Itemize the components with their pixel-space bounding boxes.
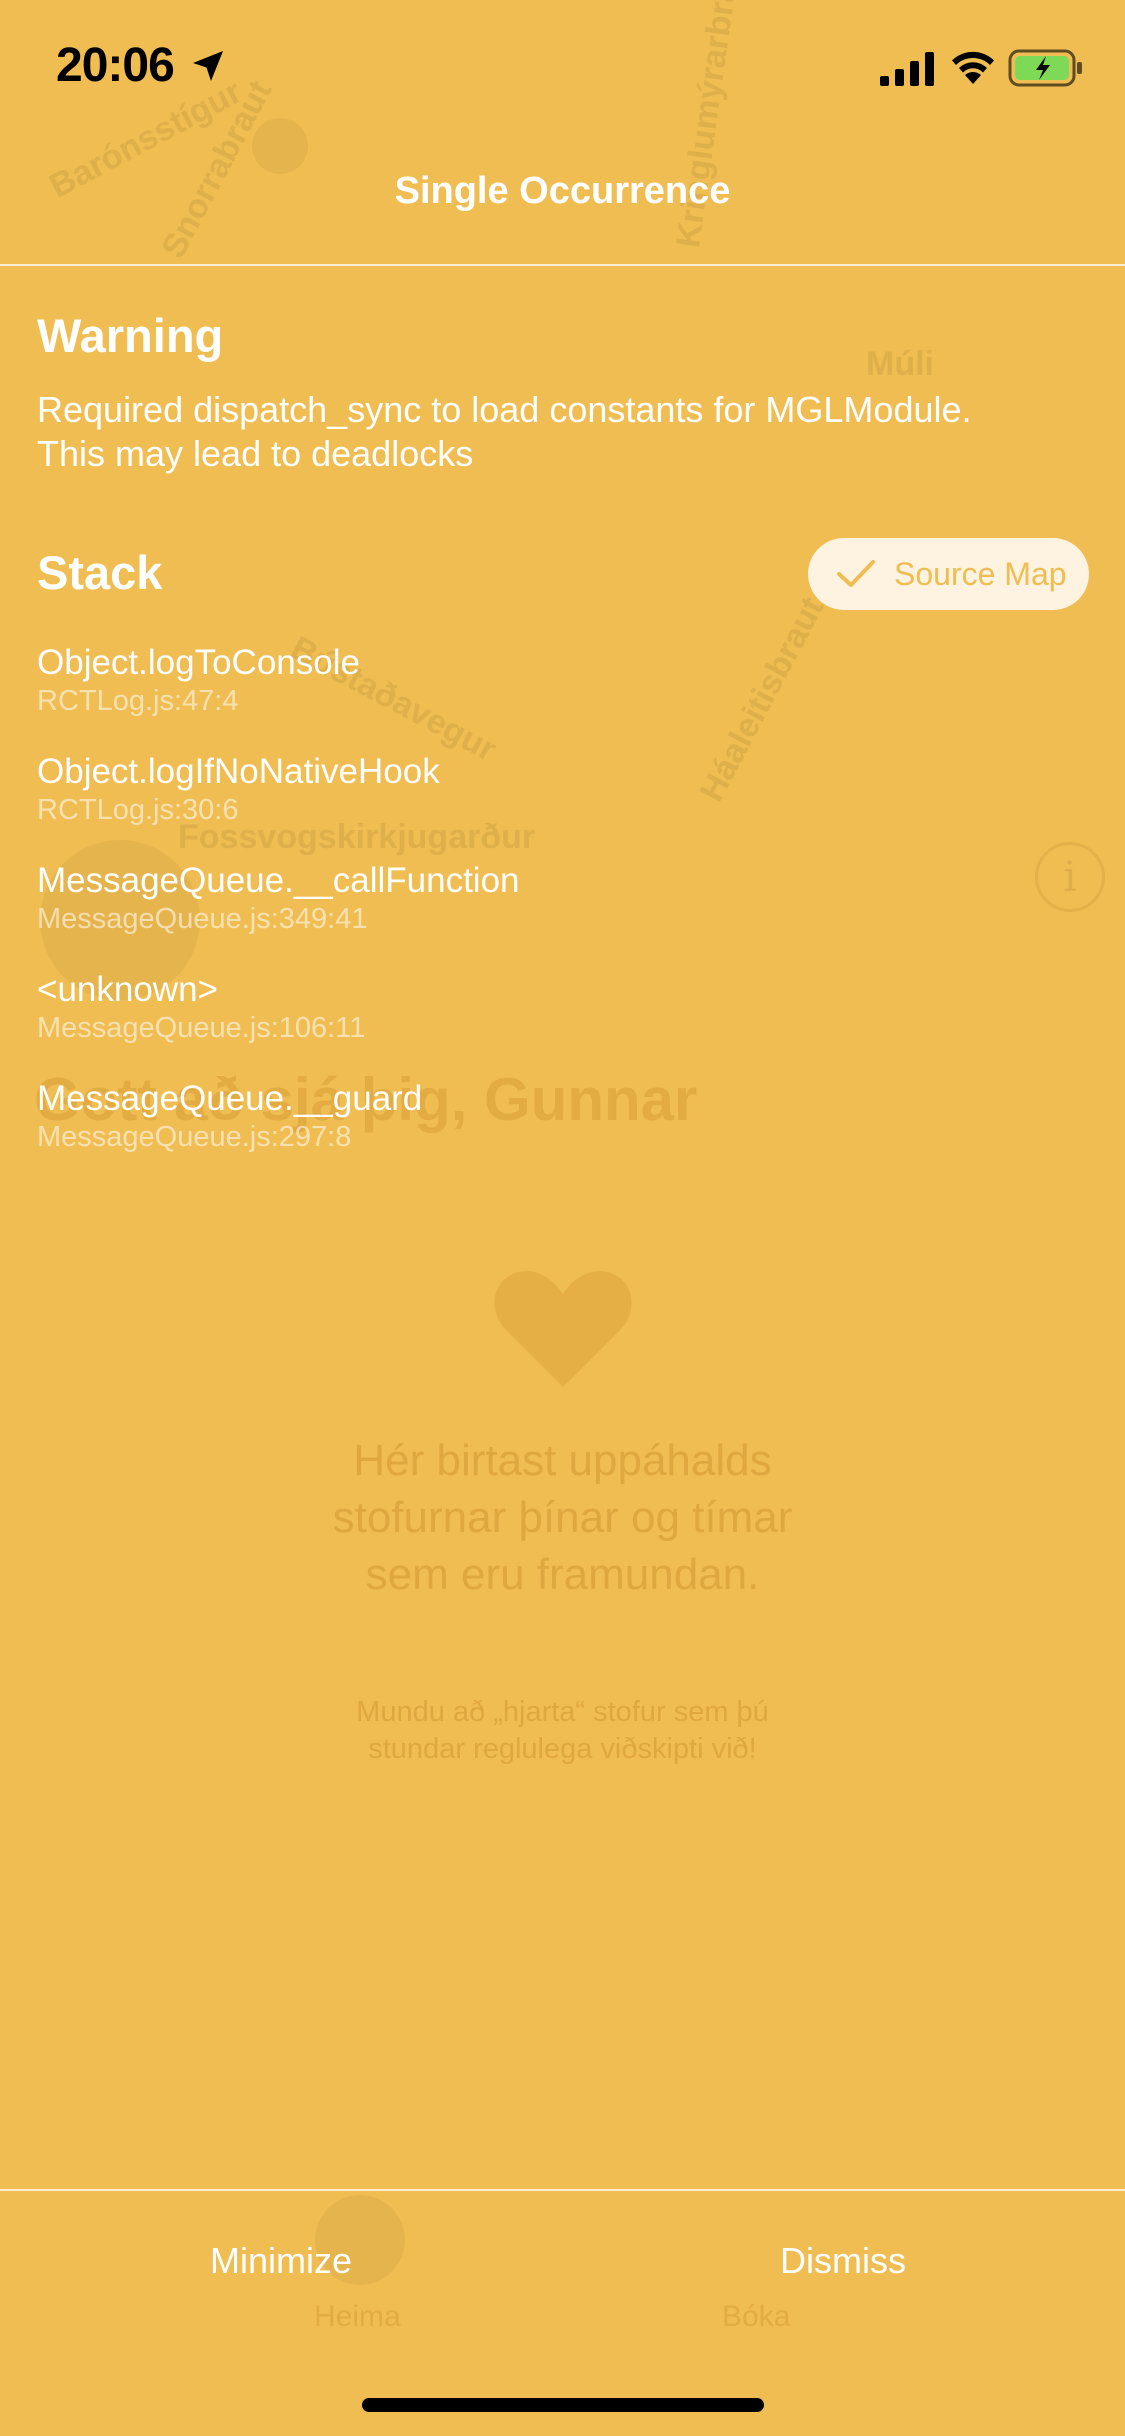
stack-frame[interactable]: Object.logIfNoNativeHook RCTLog.js:30:6 (37, 751, 1097, 860)
empty-state-line: sem eru framundan. (365, 1550, 760, 1599)
dismiss-button[interactable]: Dismiss (562, 2240, 1124, 2282)
frame-method: MessageQueue.__callFunction (37, 861, 520, 900)
stack-frame[interactable]: <unknown> MessageQueue.js:106:11 (37, 969, 1097, 1078)
frame-method: <unknown> (37, 970, 218, 1009)
overlay-title: Single Occurrence (394, 170, 731, 212)
background-app: Barónsstígur Snorrabraut Kringlumýrarbra… (0, 0, 1125, 2436)
hint-line: stundar reglulega viðskipti við! (368, 1733, 757, 1765)
hint-line: Mundu að „hjarta“ stofur sem þú (356, 1696, 769, 1728)
source-map-toggle[interactable]: Source Map (808, 538, 1089, 610)
frame-method: MessageQueue.__guard (37, 1079, 423, 1118)
frame-method: Object.logToConsole (37, 643, 360, 682)
stack-frame[interactable]: Object.logToConsole RCTLog.js:47:4 (37, 642, 1097, 751)
footer-divider (0, 2189, 1125, 2191)
cellular-signal-icon (880, 52, 934, 86)
checkmark-icon (837, 560, 875, 587)
frame-location: MessageQueue.js:349:41 (37, 903, 368, 935)
empty-state-line: Hér birtast uppáhalds (353, 1436, 772, 1485)
heart-icon (494, 1271, 632, 1387)
frame-location: MessageQueue.js:297:8 (37, 1121, 352, 1153)
minimize-button[interactable]: Minimize (0, 2240, 562, 2282)
frame-method: Object.logIfNoNativeHook (37, 752, 440, 791)
location-arrow-icon (193, 51, 223, 81)
header-divider (0, 264, 1125, 266)
home-indicator[interactable] (362, 2398, 764, 2412)
battery-charging-icon (1008, 49, 1082, 87)
map-label: Múli (866, 345, 934, 383)
frame-location: RCTLog.js:47:4 (37, 685, 239, 717)
status-bar: 20:06 (0, 0, 1125, 135)
frame-location: RCTLog.js:30:6 (37, 794, 239, 826)
screen: Barónsstígur Snorrabraut Kringlumýrarbra… (0, 0, 1125, 2436)
tab-other-label: Bóka (722, 2300, 791, 2333)
stack-heading: Stack (37, 546, 163, 599)
warning-heading: Warning (37, 309, 224, 362)
stack-frame[interactable]: MessageQueue.__callFunction MessageQueue… (37, 860, 1097, 969)
stack-frame-list: Object.logToConsole RCTLog.js:47:4 Objec… (37, 642, 1097, 1187)
warning-message: Required dispatch_sync to load constants… (37, 388, 1097, 476)
tab-home-label: Heima (314, 2300, 401, 2333)
warning-message-line: This may lead to deadlocks (37, 433, 474, 474)
wifi-icon (952, 51, 994, 84)
status-time: 20:06 (56, 39, 175, 92)
warning-message-line: Required dispatch_sync to load constants… (37, 389, 972, 430)
stack-frame[interactable]: MessageQueue.__guard MessageQueue.js:297… (37, 1078, 1097, 1187)
empty-state-line: stofurnar þínar og tímar (332, 1493, 793, 1542)
frame-location: MessageQueue.js:106:11 (37, 1012, 366, 1044)
source-map-label: Source Map (894, 555, 1067, 592)
